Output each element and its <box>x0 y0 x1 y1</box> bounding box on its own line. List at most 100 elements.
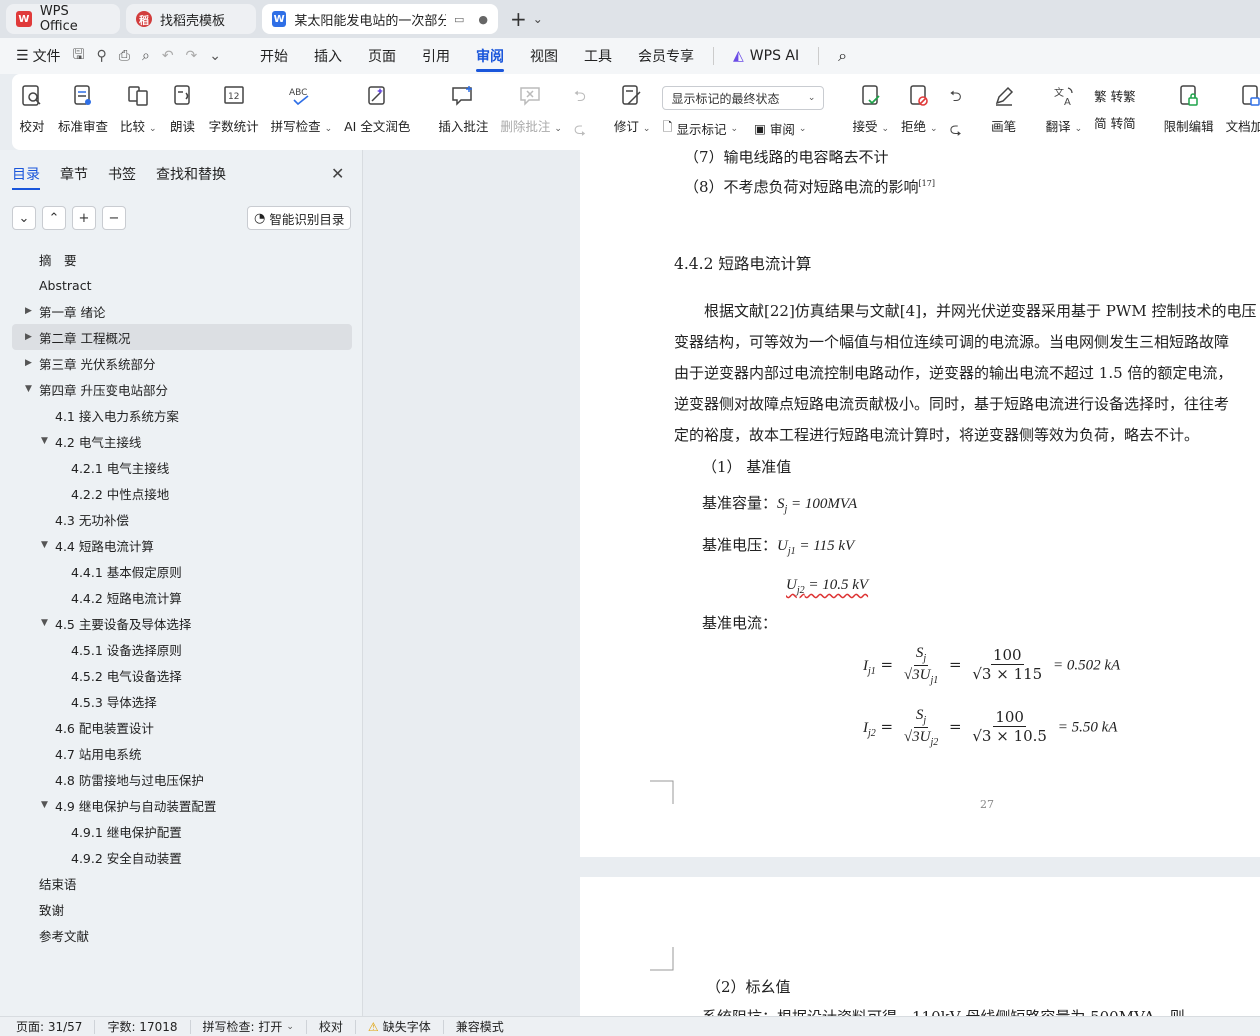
review-pane-button[interactable]: ▣ 审阅 ⌄ <box>754 119 806 138</box>
restrict-edit-button[interactable]: 限制编辑 <box>1164 82 1214 135</box>
caret-right-icon[interactable]: ▶ <box>25 306 32 316</box>
toc-item[interactable]: 4.3 无功补偿 <box>12 506 352 532</box>
reject-button[interactable]: 拒绝 ⌄ <box>901 82 938 135</box>
toc-item[interactable]: 4.5.1 设备选择原则 <box>12 636 352 662</box>
to-traditional-button[interactable]: 繁转繁 <box>1094 86 1136 105</box>
accept-button[interactable]: 接受 ⌄ <box>852 82 889 135</box>
toc-item[interactable]: 4.6 配电装置设计 <box>12 714 352 740</box>
undo-icon[interactable]: ↶ <box>162 48 174 64</box>
document-page-next[interactable]: （2）标幺值 系统阻抗：根据设计资料可得，110kV 母线侧短路容量为 500M… <box>580 877 1260 1016</box>
add-icon[interactable]: + <box>72 206 96 230</box>
ai-proofread-button[interactable]: AI 全文润色 <box>344 82 410 135</box>
caret-right-icon[interactable]: ▶ <box>25 332 32 342</box>
prev-change-icon[interactable]: ⮌ <box>950 86 962 111</box>
toc-item[interactable]: 4.9.2 安全自动装置 <box>12 844 352 870</box>
search-icon[interactable]: ⌕ <box>825 38 860 74</box>
display-mode-select[interactable]: 显示标记的最终状态 ⌄ <box>662 86 825 110</box>
revise-button[interactable]: 修订 ⌄ <box>614 82 650 135</box>
toc-item[interactable]: 4.4.1 基本假定原则 <box>12 558 352 584</box>
tab-list-chevron-icon[interactable]: ⌄ <box>533 12 543 26</box>
toc-item[interactable]: 4.2.2 中性点接地 <box>12 480 352 506</box>
more-chevron-icon[interactable]: ⌄ <box>209 48 221 64</box>
toc-item[interactable]: 4.8 防雷接地与过电压保护 <box>12 766 352 792</box>
caret-down-icon[interactable]: ▼ <box>25 384 32 394</box>
toc-item[interactable]: 4.4.2 短路电流计算 <box>12 584 352 610</box>
expand-down-icon[interactable]: ⌄ <box>12 206 36 230</box>
toc-item[interactable]: 参考文献 <box>12 922 352 948</box>
toc-item[interactable]: ▼ 4.4 短路电流计算 <box>12 532 352 558</box>
file-menu[interactable]: ☰ 文件 <box>16 46 61 66</box>
attach-icon[interactable]: ⚲ <box>97 48 107 64</box>
proofread-status[interactable]: 校对 <box>307 1019 356 1034</box>
next-change-icon[interactable]: ⮎ <box>950 119 962 144</box>
menu-tab-member[interactable]: 会员专享 <box>625 38 707 74</box>
toc-item[interactable]: ▶ 第三章 光伏系统部分 <box>12 350 352 376</box>
to-simplified-button[interactable]: 简转简 <box>1094 113 1136 132</box>
doc-encrypt-button[interactable]: 文档加密 <box>1226 82 1260 135</box>
pen-button[interactable]: 画笔 <box>990 82 1018 135</box>
close-icon[interactable]: ✕ <box>331 164 344 183</box>
insert-comment-button[interactable]: 插入批注 <box>438 82 488 135</box>
tab-dot-icon[interactable]: ● <box>478 13 488 26</box>
delete-comment-button[interactable]: 删除批注 ⌄ <box>500 82 562 135</box>
document-canvas[interactable]: （7）输电线路的电容略去不计 （8）不考虑负荷对短路电流的影响[17] 4.4.… <box>364 150 1260 1016</box>
nav-tab-bookmarks[interactable]: 书签 <box>108 164 136 190</box>
toc-item[interactable]: 结束语 <box>12 870 352 896</box>
nav-tab-sections[interactable]: 章节 <box>60 164 88 190</box>
standard-review-button[interactable]: 标准审查 <box>58 82 108 135</box>
word-count-indicator[interactable]: 字数: 17018 <box>95 1019 191 1034</box>
menu-tab-insert[interactable]: 插入 <box>301 38 355 74</box>
menu-tab-page[interactable]: 页面 <box>355 38 409 74</box>
read-aloud-button[interactable]: 朗读 <box>169 82 197 135</box>
toc-item[interactable]: ▼ 4.5 主要设备及导体选择 <box>12 610 352 636</box>
menu-tab-review[interactable]: 审阅 <box>463 38 517 74</box>
collapse-up-icon[interactable]: ⌃ <box>42 206 66 230</box>
menu-tab-tools[interactable]: 工具 <box>571 38 625 74</box>
toc-item[interactable]: ▼ 第四章 升压变电站部分 <box>12 376 352 402</box>
toc-item[interactable]: ▶ 第一章 绪论 <box>12 298 352 324</box>
word-count-button[interactable]: 12 字数统计 <box>209 82 259 135</box>
save-icon[interactable]: 🖫 <box>73 44 85 68</box>
toc-item[interactable]: ▼ 4.9 继电保护与自动装置配置 <box>12 792 352 818</box>
toc-item[interactable]: 摘 要 <box>12 246 352 272</box>
toc-item[interactable]: 4.9.1 继电保护配置 <box>12 818 352 844</box>
redo-icon[interactable]: ↷ <box>186 48 198 64</box>
missing-font-status[interactable]: ⚠ 缺失字体 <box>356 1019 444 1034</box>
smart-toc-button[interactable]: ◔ 智能识别目录 <box>247 206 352 230</box>
next-comment-icon[interactable]: ⮎ <box>574 119 586 144</box>
tab-document[interactable]: W 某太阳能发电站的一次部分设 ▭ ● <box>262 4 498 34</box>
proofread-button[interactable]: 校对 <box>18 82 46 135</box>
page-indicator[interactable]: 页面: 31/57 <box>16 1019 96 1034</box>
caret-down-icon[interactable]: ▼ <box>41 436 48 446</box>
toc-item[interactable]: 4.5.2 电气设备选择 <box>12 662 352 688</box>
caret-down-icon[interactable]: ▼ <box>41 540 48 550</box>
toc-item[interactable]: 4.1 接入电力系统方案 <box>12 402 352 428</box>
menu-tab-reference[interactable]: 引用 <box>409 38 463 74</box>
translate-button[interactable]: 文A 翻译 ⌄ <box>1046 82 1083 135</box>
menu-tab-wps-ai[interactable]: ◭ WPS AI <box>720 38 812 74</box>
spell-check-toggle[interactable]: 拼写检查: 打开 ⌄ <box>191 1019 307 1034</box>
tab-template[interactable]: 稻 找稻壳模板 <box>126 4 256 34</box>
document-page[interactable]: （7）输电线路的电容略去不计 （8）不考虑负荷对短路电流的影响[17] 4.4.… <box>580 150 1260 857</box>
show-markup-button[interactable]: 🗋 显示标记 ⌄ <box>662 118 738 139</box>
compare-button[interactable]: 比较 ⌄ <box>120 82 157 135</box>
nav-tab-find-replace[interactable]: 查找和替换 <box>156 164 226 190</box>
toc-item[interactable]: 4.2.1 电气主接线 <box>12 454 352 480</box>
caret-right-icon[interactable]: ▶ <box>25 358 32 368</box>
prev-comment-icon[interactable]: ⮌ <box>574 86 586 111</box>
print-preview-icon[interactable]: ⌕ <box>142 48 150 64</box>
menu-tab-view[interactable]: 视图 <box>517 38 571 74</box>
new-tab-icon[interactable]: + <box>510 7 527 31</box>
toc-item[interactable]: ▼ 4.2 电气主接线 <box>12 428 352 454</box>
toc-item[interactable]: ▶ 第二章 工程概况 <box>12 324 352 350</box>
nav-tab-toc[interactable]: 目录 <box>12 164 40 190</box>
caret-down-icon[interactable]: ▼ <box>41 618 48 628</box>
tab-wps-office[interactable]: W WPS Office <box>6 4 120 34</box>
toc-item[interactable]: 4.7 站用电系统 <box>12 740 352 766</box>
toc-item[interactable]: 4.5.3 导体选择 <box>12 688 352 714</box>
menu-tab-home[interactable]: 开始 <box>247 38 301 74</box>
toc-item[interactable]: 致谢 <box>12 896 352 922</box>
toc-item[interactable]: Abstract <box>12 272 352 298</box>
spell-check-button[interactable]: ABC 拼写检查 ⌄ <box>271 82 333 135</box>
print-icon[interactable]: ⎙ <box>119 48 130 64</box>
